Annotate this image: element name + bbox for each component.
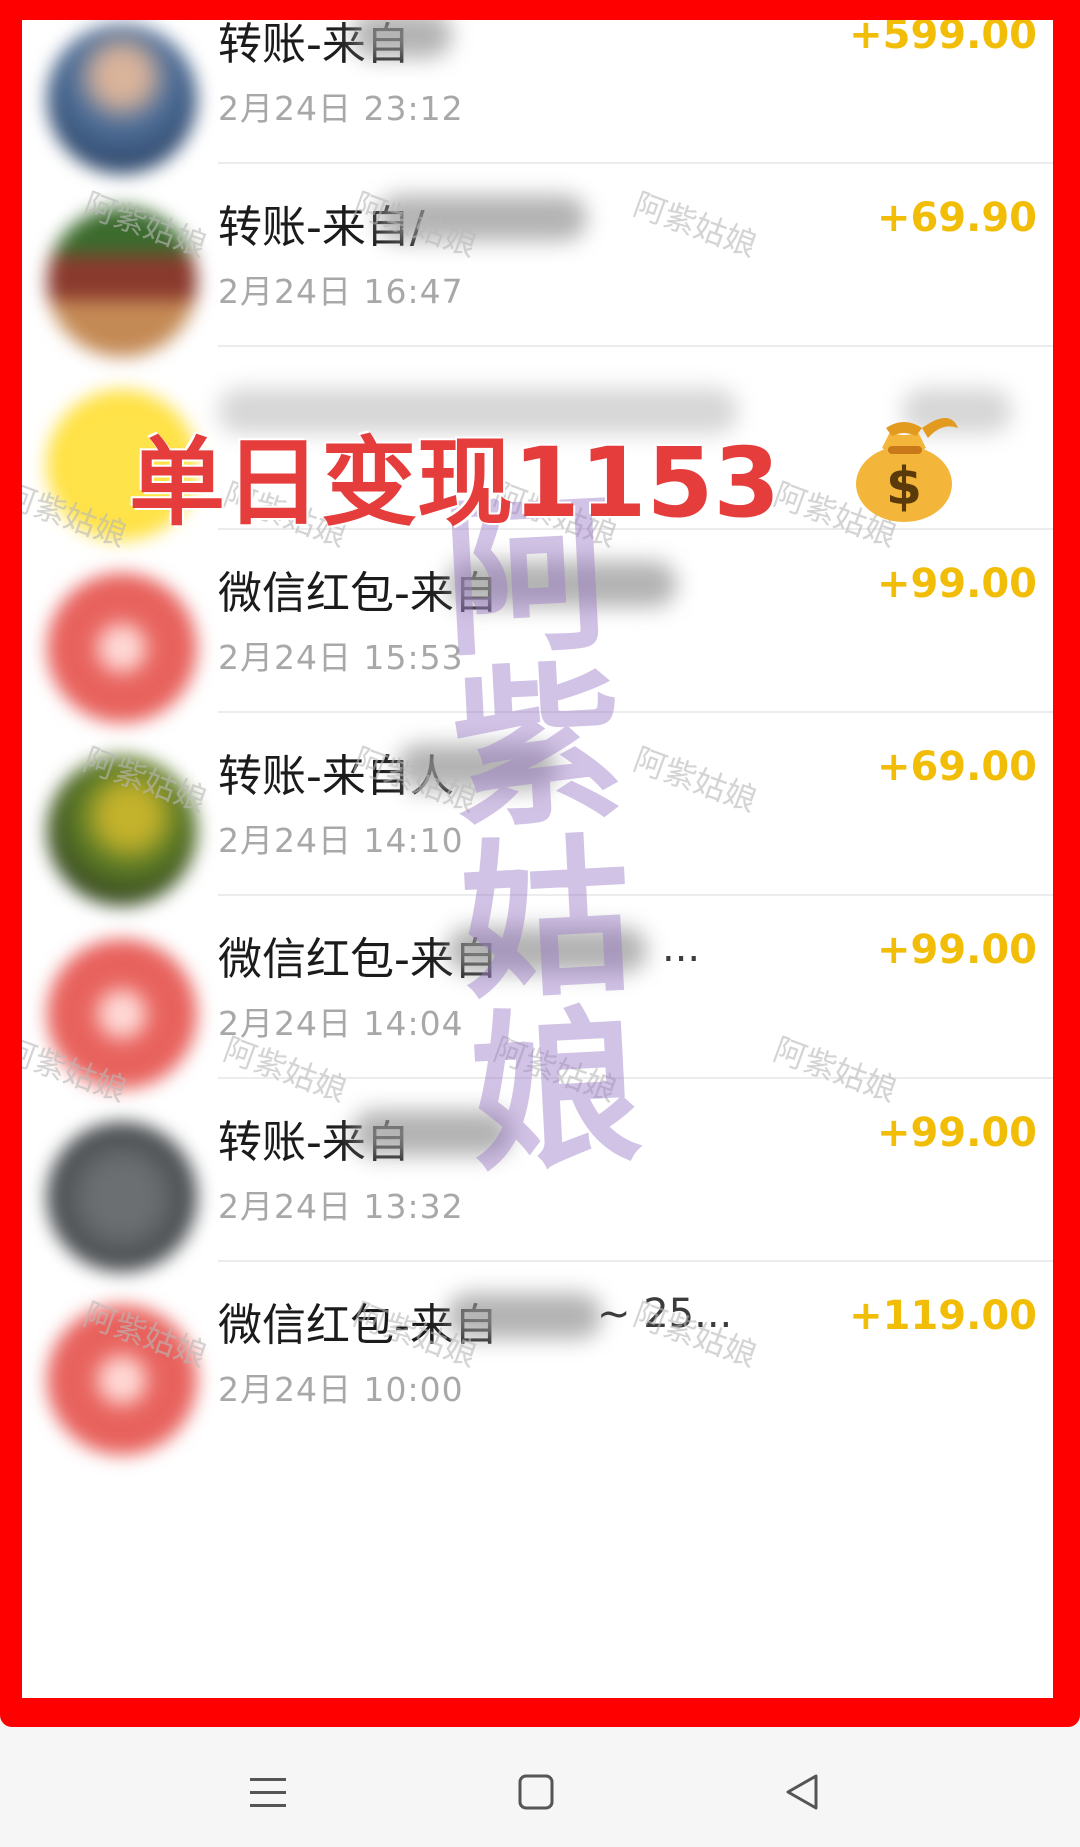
earnings-banner: 单日变现1153: [129, 427, 781, 539]
transaction-title-suffix: ...: [662, 925, 701, 971]
avatar: [47, 939, 197, 1089]
transaction-list: 转账-来自 2月24日 23:12 +599.00 转账-来自/ 2月24日 1…: [22, 20, 1053, 1698]
transaction-time: 2月24日 15:53: [218, 638, 464, 677]
divider: [218, 711, 1053, 713]
divider: [218, 345, 1053, 347]
avatar: [47, 207, 197, 357]
list-item[interactable]: 微信红包-来自 ~ 25... 2月24日 10:00 +119.00: [22, 1283, 1053, 1499]
money-bag-icon: $: [856, 418, 958, 522]
transaction-amount: +99.00: [876, 561, 1037, 607]
transaction-time: 2月24日 10:00: [218, 1370, 464, 1409]
transaction-amount: +99.00: [876, 1110, 1037, 1156]
avatar: [47, 1305, 197, 1455]
transaction-time: 2月24日 14:04: [218, 1004, 464, 1043]
back-triangle-icon[interactable]: [772, 1762, 832, 1822]
blurred-sender-name: [377, 195, 587, 241]
avatar: [47, 24, 197, 174]
avatar: [47, 1122, 197, 1272]
avatar: [47, 573, 197, 723]
transaction-time: 2月24日 23:12: [218, 89, 464, 128]
transaction-amount: +69.00: [876, 744, 1037, 790]
blurred-sender-name: [352, 1110, 512, 1156]
home-square-icon[interactable]: [506, 1762, 566, 1822]
divider: [218, 162, 1053, 164]
blurred-sender-name: [397, 744, 557, 790]
divider: [218, 1260, 1053, 1262]
transaction-title-suffix: ~ 25...: [597, 1291, 733, 1337]
transaction-time: 2月24日 13:32: [218, 1187, 464, 1226]
blurred-sender-name: [447, 927, 647, 973]
transaction-amount: +99.00: [876, 927, 1037, 973]
system-nav-bar: [0, 1727, 1080, 1847]
blurred-sender-name: [447, 1293, 602, 1339]
menu-icon[interactable]: [238, 1762, 298, 1822]
avatar: [47, 756, 197, 906]
transaction-amount: +69.90: [876, 195, 1037, 241]
divider: [218, 894, 1053, 896]
svg-text:$: $: [886, 457, 922, 517]
transaction-amount: +119.00: [849, 1293, 1037, 1339]
blurred-sender-name: [352, 20, 452, 58]
blurred-sender-name: [447, 561, 677, 607]
transaction-time: 2月24日 14:10: [218, 821, 464, 860]
transaction-time: 2月24日 16:47: [218, 272, 464, 311]
divider: [218, 1077, 1053, 1079]
transaction-amount: +599.00: [849, 20, 1037, 58]
